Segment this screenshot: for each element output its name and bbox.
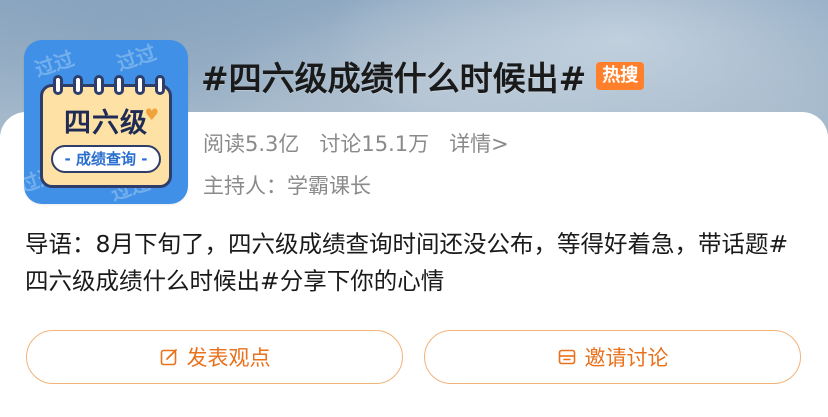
edit-icon: [159, 347, 179, 367]
calendar-banner: - 成绩查询 -: [51, 145, 161, 173]
calendar-graphic: 四六级 ♥ - 成绩查询 -: [40, 75, 172, 188]
mail-icon: [557, 347, 577, 367]
read-count: 阅读5.3亿: [203, 132, 300, 156]
hot-badge: 热搜: [596, 62, 645, 90]
host-line[interactable]: 主持人：学霸课长: [203, 170, 371, 200]
post-opinion-label: 发表观点: [186, 346, 271, 370]
topic-stats: 阅读5.3亿 讨论15.1万 详情>: [203, 128, 529, 158]
calendar-rings: [53, 75, 165, 95]
post-opinion-button[interactable]: 发表观点: [26, 330, 403, 384]
topic-intro: 导语：8月下旬了，四六级成绩查询时间还没公布，等得好着急，带话题#四六级成绩什么…: [25, 230, 789, 295]
title-row: #四六级成绩什么时候出# 热搜: [201, 52, 645, 100]
invite-discussion-label: 邀请讨论: [584, 346, 669, 370]
heart-icon: ♥: [144, 105, 159, 124]
watermark-text: 过过: [113, 40, 160, 76]
topic-image[interactable]: 过过 过过 过过 过过 四六级 ♥ - 成绩查询 -: [24, 40, 188, 204]
invite-discussion-button[interactable]: 邀请讨论: [424, 330, 801, 384]
topic-title[interactable]: #四六级成绩什么时候出#: [201, 52, 586, 100]
discuss-count: 讨论15.1万: [319, 132, 430, 156]
details-link[interactable]: 详情>: [449, 128, 509, 158]
